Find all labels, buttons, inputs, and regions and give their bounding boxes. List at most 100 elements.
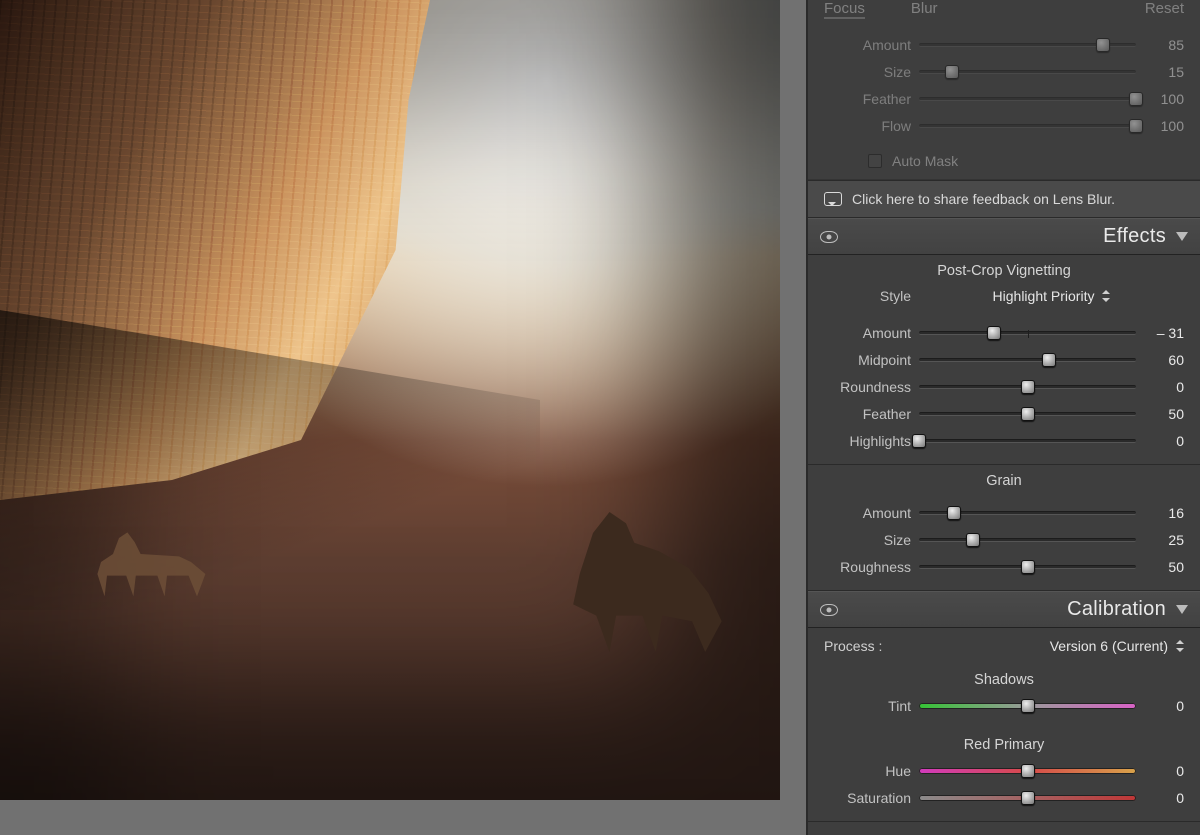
lensblur-feather-value[interactable]: 100 bbox=[1136, 91, 1184, 107]
calibration-group: Process : Version 6 (Current) Shadows Ti… bbox=[808, 628, 1200, 822]
feedback-text: Click here to share feedback on Lens Blu… bbox=[852, 191, 1115, 207]
vignetting-group: Post-Crop Vignetting Style Highlight Pri… bbox=[808, 255, 1200, 465]
image-preview-pane bbox=[0, 0, 806, 835]
shadows-tint-row: Tint 0 bbox=[824, 692, 1184, 719]
grain-size-row: Size 25 bbox=[824, 526, 1184, 553]
grain-sliders: Amount 16 Size 25 Roughness 50 bbox=[808, 493, 1200, 590]
tab-focus[interactable]: Focus bbox=[824, 0, 865, 19]
preview-camel-2 bbox=[560, 512, 725, 652]
calibration-panel-header[interactable]: Calibration bbox=[808, 591, 1200, 628]
effects-panel-header[interactable]: Effects bbox=[808, 218, 1200, 255]
vignette-roundness-row: Roundness 0 bbox=[824, 373, 1184, 400]
red-sat-row: Saturation 0 bbox=[824, 784, 1184, 811]
vignette-midpoint-slider[interactable] bbox=[919, 353, 1136, 367]
red-hue-row: Hue 0 bbox=[824, 757, 1184, 784]
vignette-amount-slider[interactable] bbox=[919, 326, 1136, 340]
vignette-feather-value[interactable]: 50 bbox=[1136, 406, 1184, 422]
lensblur-flow-row: Flow 100 bbox=[824, 112, 1184, 139]
grain-roughness-value[interactable]: 50 bbox=[1136, 559, 1184, 575]
lensblur-size-label: Size bbox=[824, 64, 919, 80]
vignette-feather-row: Feather 50 bbox=[824, 400, 1184, 427]
grain-title: Grain bbox=[808, 465, 1200, 493]
shadows-tint-slider[interactable] bbox=[919, 699, 1136, 713]
vignette-midpoint-row: Midpoint 60 bbox=[824, 346, 1184, 373]
red-hue-value[interactable]: 0 bbox=[1136, 763, 1184, 779]
effects-title: Effects bbox=[1103, 225, 1166, 248]
preview-cliff-shadow bbox=[0, 310, 540, 610]
red-sat-slider[interactable] bbox=[919, 791, 1136, 805]
vignette-sliders: Amount – 31 Midpoint 60 Roundness 0 Feather 50 H… bbox=[808, 313, 1200, 464]
grain-roughness-row: Roughness 50 bbox=[824, 553, 1184, 580]
vignette-highlights-label: Highlights bbox=[824, 433, 919, 449]
vignette-highlights-value[interactable]: 0 bbox=[1136, 433, 1184, 449]
vignette-amount-row: Amount – 31 bbox=[824, 319, 1184, 346]
lens-blur-sliders: Amount 85 Size 15 Feather 100 Flow 100 bbox=[808, 25, 1200, 149]
vignette-amount-value[interactable]: – 31 bbox=[1136, 325, 1184, 341]
red-primary-title: Red Primary bbox=[808, 729, 1200, 757]
tab-blur[interactable]: Blur bbox=[911, 0, 938, 19]
red-sat-value[interactable]: 0 bbox=[1136, 790, 1184, 806]
grain-size-value[interactable]: 25 bbox=[1136, 532, 1184, 548]
vignette-highlights-row: Highlights 0 bbox=[824, 427, 1184, 454]
lensblur-flow-slider[interactable] bbox=[919, 119, 1136, 133]
process-label: Process : bbox=[824, 638, 882, 654]
grain-roughness-label: Roughness bbox=[824, 559, 919, 575]
lensblur-feather-slider[interactable] bbox=[919, 92, 1136, 106]
vignette-roundness-value[interactable]: 0 bbox=[1136, 379, 1184, 395]
vignette-midpoint-label: Midpoint bbox=[824, 352, 919, 368]
lens-blur-panel: Focus Blur Reset Amount 85 Size 15 Feather 10… bbox=[808, 0, 1200, 180]
grain-amount-slider[interactable] bbox=[919, 506, 1136, 520]
auto-mask-checkbox[interactable]: Auto Mask bbox=[868, 153, 958, 179]
lensblur-amount-value[interactable]: 85 bbox=[1136, 37, 1184, 53]
eye-icon[interactable] bbox=[820, 604, 838, 616]
calibration-title: Calibration bbox=[1067, 598, 1166, 621]
lensblur-flow-label: Flow bbox=[824, 118, 919, 134]
process-version-dropdown[interactable]: Version 6 (Current) bbox=[1050, 638, 1184, 654]
red-sat-label: Saturation bbox=[824, 790, 919, 806]
eye-icon[interactable] bbox=[820, 231, 838, 243]
develop-panels: Focus Blur Reset Amount 85 Size 15 Feather 10… bbox=[806, 0, 1200, 835]
process-version-value: Version 6 (Current) bbox=[1050, 638, 1168, 654]
lens-blur-feedback-link[interactable]: Click here to share feedback on Lens Blu… bbox=[808, 180, 1200, 218]
vignette-feather-slider[interactable] bbox=[919, 407, 1136, 421]
vignette-roundness-slider[interactable] bbox=[919, 380, 1136, 394]
grain-roughness-slider[interactable] bbox=[919, 560, 1136, 574]
updown-icon bbox=[1176, 640, 1184, 652]
lensblur-amount-row: Amount 85 bbox=[824, 31, 1184, 58]
lensblur-size-row: Size 15 bbox=[824, 58, 1184, 85]
red-hue-label: Hue bbox=[824, 763, 919, 779]
vignette-midpoint-value[interactable]: 60 bbox=[1136, 352, 1184, 368]
shadows-tint-value[interactable]: 0 bbox=[1136, 698, 1184, 714]
lensblur-feather-row: Feather 100 bbox=[824, 85, 1184, 112]
grain-amount-row: Amount 16 bbox=[824, 499, 1184, 526]
lens-blur-reset[interactable]: Reset bbox=[1145, 0, 1184, 19]
lensblur-amount-label: Amount bbox=[824, 37, 919, 53]
vignette-style-label: Style bbox=[824, 288, 919, 304]
preview-photo bbox=[0, 0, 780, 800]
vignette-style-dropdown[interactable]: Highlight Priority bbox=[919, 288, 1184, 304]
grain-size-label: Size bbox=[824, 532, 919, 548]
red-hue-slider[interactable] bbox=[919, 764, 1136, 778]
vignette-highlights-slider[interactable] bbox=[919, 434, 1136, 448]
grain-group: Grain Amount 16 Size 25 Roughness 50 bbox=[808, 465, 1200, 591]
vignette-style-value: Highlight Priority bbox=[993, 288, 1095, 304]
vignette-feather-label: Feather bbox=[824, 406, 919, 422]
chevron-down-icon bbox=[1176, 605, 1188, 614]
vignette-roundness-label: Roundness bbox=[824, 379, 919, 395]
lensblur-flow-value[interactable]: 100 bbox=[1136, 118, 1184, 134]
shadows-title: Shadows bbox=[808, 664, 1200, 692]
chevron-down-icon bbox=[1176, 232, 1188, 241]
grain-amount-value[interactable]: 16 bbox=[1136, 505, 1184, 521]
grain-amount-label: Amount bbox=[824, 505, 919, 521]
lensblur-size-slider[interactable] bbox=[919, 65, 1136, 79]
updown-icon bbox=[1102, 290, 1110, 302]
vignette-amount-label: Amount bbox=[824, 325, 919, 341]
grain-size-slider[interactable] bbox=[919, 533, 1136, 547]
auto-mask-label: Auto Mask bbox=[892, 153, 958, 169]
checkbox-box-icon bbox=[868, 154, 882, 168]
lensblur-feather-label: Feather bbox=[824, 91, 919, 107]
lensblur-size-value[interactable]: 15 bbox=[1136, 64, 1184, 80]
vignetting-title: Post-Crop Vignetting bbox=[808, 255, 1200, 283]
lensblur-amount-slider[interactable] bbox=[919, 38, 1136, 52]
speech-bubble-icon bbox=[824, 192, 842, 206]
